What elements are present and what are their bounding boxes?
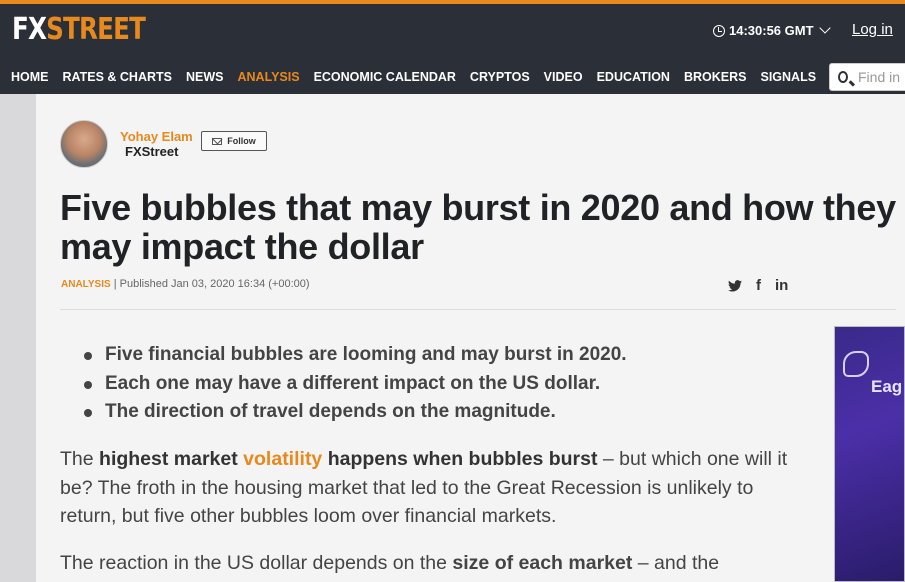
login-link[interactable]: Log in (852, 21, 893, 38)
divider (60, 309, 896, 310)
nav-item-education[interactable]: EDUCATION (590, 64, 677, 97)
paragraph-bold-text: happens when bubbles burst (322, 448, 598, 470)
logo-street-text: STREET (46, 12, 146, 47)
follow-button[interactable]: Follow (201, 131, 267, 151)
article-paragraph: The highest market volatility happens wh… (60, 445, 800, 531)
main-nav: HOME RATES & CHARTS NEWS ANALYSIS ECONOM… (0, 64, 823, 97)
twitter-icon[interactable] (728, 279, 742, 292)
facebook-icon[interactable]: f (756, 277, 761, 294)
clock-icon (713, 24, 725, 37)
paragraph-bold-text: highest market (99, 448, 244, 470)
nav-item-video[interactable]: VIDEO (537, 64, 590, 97)
volatility-link[interactable]: volatility (243, 448, 322, 470)
list-item: Five financial bubbles are looming and m… (82, 341, 627, 370)
paragraph-text: The (60, 448, 100, 470)
chevron-down-icon (818, 22, 831, 34)
search-input[interactable] (858, 69, 905, 85)
paragraph-bold-text: size of each market (452, 552, 633, 574)
nav-item-rates-charts[interactable]: RATES & CHARTS (56, 64, 180, 97)
nav-item-economic-calendar[interactable]: ECONOMIC CALENDAR (307, 64, 463, 97)
list-item: The direction of travel depends on the m… (82, 398, 627, 427)
article-paragraph: The reaction in the US dollar depends on… (60, 549, 820, 578)
nav-item-analysis[interactable]: ANALYSIS (230, 64, 307, 97)
nav-item-cryptos[interactable]: CRYPTOS (463, 64, 537, 97)
nav-item-brokers[interactable]: BROKERS (677, 64, 754, 97)
search-box[interactable] (829, 63, 905, 91)
search-icon[interactable] (838, 71, 848, 83)
summary-bullets: Five financial bubbles are looming and m… (82, 341, 627, 427)
follow-label: Follow (227, 136, 256, 146)
advertisement-banner[interactable]: Eag (834, 326, 905, 582)
paragraph-text: The reaction in the US dollar depends on… (60, 552, 453, 574)
ad-text: Eag (871, 377, 903, 396)
author-avatar[interactable] (60, 120, 108, 168)
published-date: | Published Jan 03, 2020 16:34 (+00:00) (113, 278, 310, 290)
author-name[interactable]: Yohay Elam (120, 129, 193, 144)
nav-item-news[interactable]: NEWS (179, 64, 231, 97)
share-buttons: f in (728, 277, 788, 294)
logo-fx-text: FX (12, 12, 47, 47)
category-link[interactable]: ANALYSIS (61, 279, 111, 290)
nav-item-signals[interactable]: SIGNALS (753, 64, 823, 97)
fxstreet-logo[interactable]: FXSTREET (12, 12, 146, 47)
article-meta: ANALYSIS | Published Jan 03, 2020 16:34 … (61, 278, 310, 290)
current-time: 14:30:56 GMT (729, 23, 814, 38)
mail-icon (212, 137, 223, 145)
list-item: Each one may have a different impact on … (82, 370, 627, 399)
top-header: FXSTREET 14:30:56 GMT Log in HOME RATES … (0, 0, 905, 97)
article-title: Five bubbles that may burst in 2020 and … (60, 187, 896, 267)
linkedin-icon[interactable]: in (775, 277, 788, 294)
author-source: FXStreet (125, 144, 179, 159)
paragraph-text: – and the (632, 552, 720, 574)
clock-dropdown[interactable]: 14:30:56 GMT (713, 22, 831, 38)
nav-item-home[interactable]: HOME (0, 64, 56, 97)
left-margin (0, 94, 36, 582)
eagle-logo-icon (843, 351, 869, 377)
